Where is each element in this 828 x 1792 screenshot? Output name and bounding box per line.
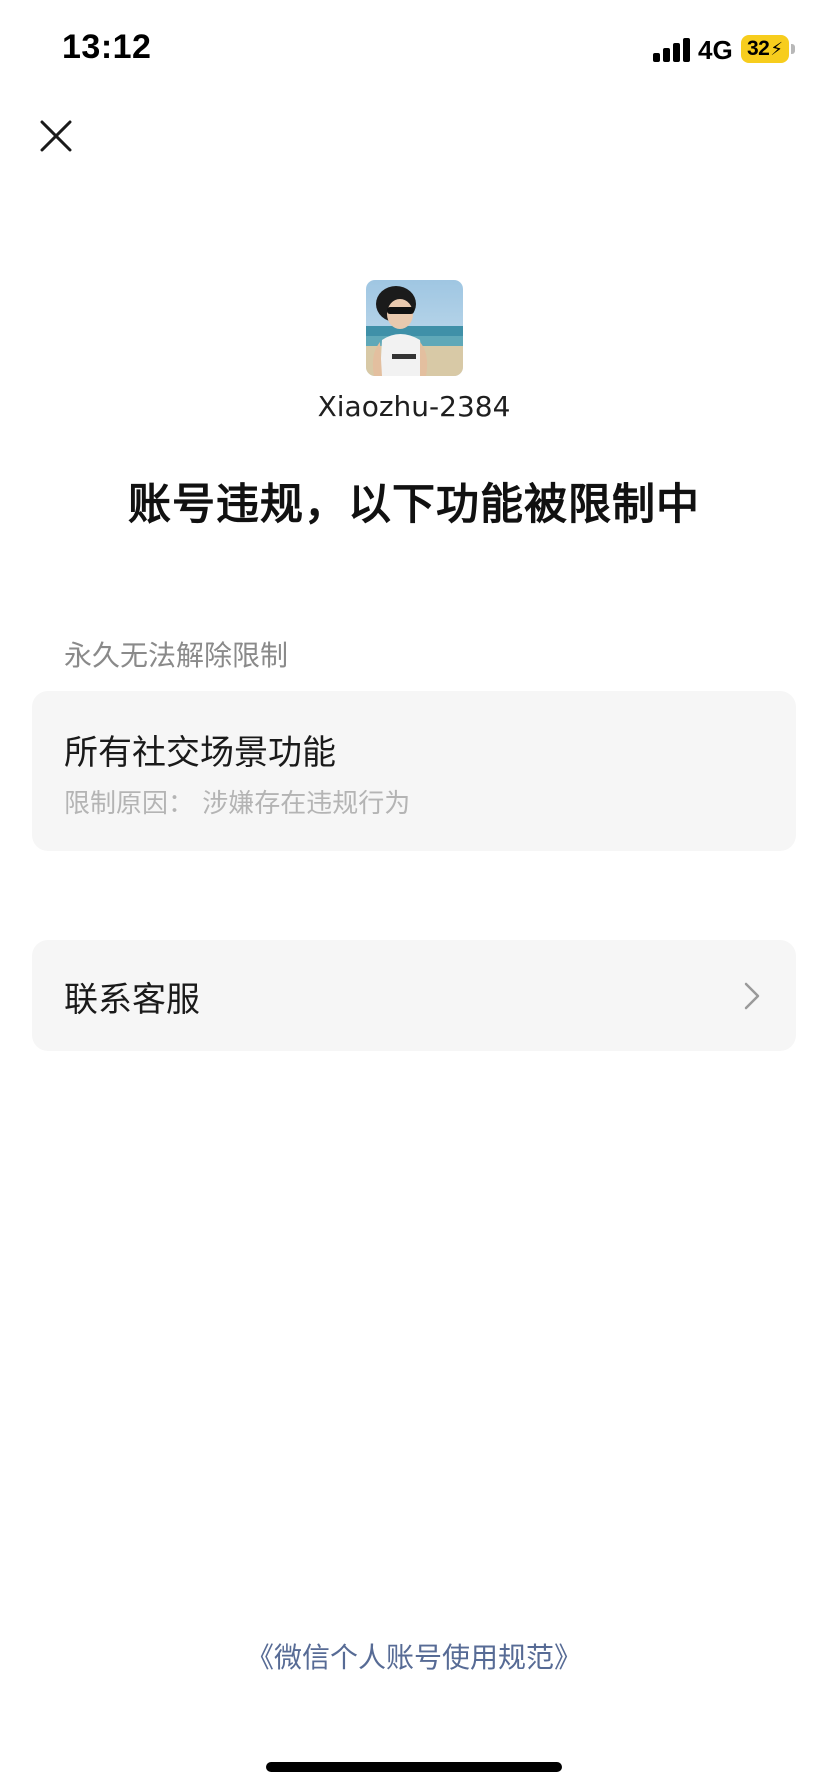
username: Xiaozhu-2384 — [317, 390, 511, 423]
bolt-icon: ⚡ — [770, 38, 783, 60]
close-icon — [40, 120, 72, 152]
avatar — [366, 280, 463, 376]
network-type: 4G — [698, 35, 733, 65]
chevron-right-icon — [744, 982, 760, 1010]
restriction-reason: 限制原因： 涉嫌存在违规行为 — [64, 789, 411, 819]
home-indicator — [266, 1762, 562, 1772]
restriction-section-label: 永久无法解除限制 — [64, 639, 289, 672]
signal-strength-icon — [653, 38, 693, 62]
contact-support-button[interactable]: 联系客服 — [32, 940, 796, 1051]
page-title: 账号违规，以下功能被限制中 — [128, 480, 700, 530]
status-bar: 13:12 4G 32 ⚡ — [0, 0, 828, 100]
restriction-title: 所有社交场景功能 — [64, 733, 336, 773]
status-time: 13:12 — [62, 28, 152, 66]
restriction-card: 所有社交场景功能 限制原因： 涉嫌存在违规行为 — [32, 691, 796, 851]
contact-support-label: 联系客服 — [64, 980, 200, 1020]
usage-policy-link[interactable]: 《微信个人账号使用规范》 — [0, 1636, 828, 1676]
battery-cap — [791, 44, 795, 54]
battery-icon: 32 ⚡ — [741, 35, 789, 63]
close-button[interactable] — [36, 116, 76, 156]
battery-level: 32 — [747, 37, 770, 60]
